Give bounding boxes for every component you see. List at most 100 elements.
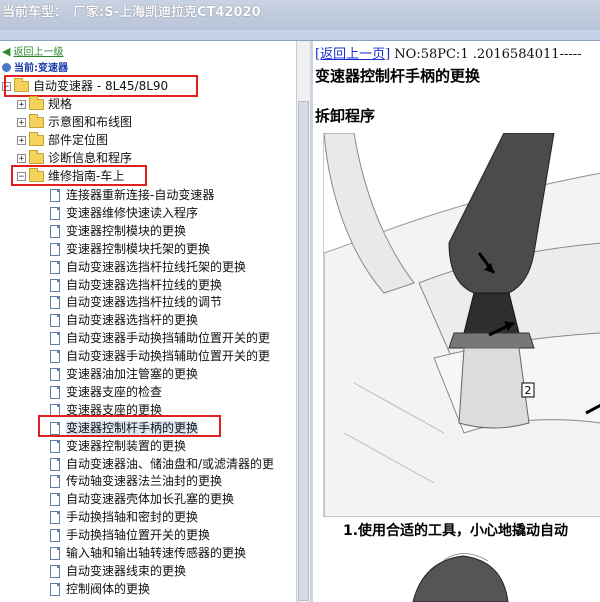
tree-doc-label: 变速器控制装置的更换 xyxy=(66,438,187,453)
folder-icon xyxy=(29,114,44,128)
tree-doc-item[interactable]: 自动变速器手动换挡辅助位置开关的更 xyxy=(50,329,270,347)
document-icon xyxy=(50,547,60,560)
document-icon xyxy=(50,385,60,399)
current-label: 当前:变速器 xyxy=(14,63,68,74)
tree-doc-item[interactable]: 自动变速器选挡杆的更换 xyxy=(50,311,198,329)
tree-doc-item[interactable]: 自动变速器壳体加长孔塞的更换 xyxy=(50,490,234,508)
tree-folder[interactable]: + 规格 xyxy=(17,95,72,113)
toolbar-band xyxy=(0,30,600,41)
tree-doc-label: 自动变速器选挡杆的更换 xyxy=(66,313,199,328)
tree-doc-item[interactable]: 输入轴和输出轴转速传感器的更换 xyxy=(50,544,246,562)
tree-doc-label: 自动变速器线束的更换 xyxy=(66,563,187,578)
model-brand: 厂家:S-上海凯迪拉克CT42020 xyxy=(73,5,261,20)
tree-doc-label: 连接器重新连接-自动变速器 xyxy=(66,188,215,202)
tree-doc-item[interactable]: 自动变速器选挡杆拉线托架的更换 xyxy=(50,258,246,276)
tree-scrollbar[interactable] xyxy=(296,41,311,602)
tree-doc-label: 自动变速器手动换挡辅助位置开关的更 xyxy=(66,331,271,346)
expand-icon[interactable]: + xyxy=(17,136,26,146)
tree-doc-item[interactable]: 自动变速器油、储油盘和/或滤清器的更 xyxy=(50,455,274,473)
expand-icon[interactable]: + xyxy=(17,154,26,164)
shifter-illustration: 2 xyxy=(324,133,600,517)
tree-doc-label: 变速器控制模块托架的更换 xyxy=(66,241,211,256)
tree-doc-item[interactable]: 自动变速器选挡杆拉线的更换 xyxy=(50,276,222,294)
document-icon xyxy=(50,189,60,202)
folder-icon xyxy=(29,150,44,164)
back-page-link[interactable]: [返回上一页] xyxy=(315,47,390,62)
document-icon xyxy=(50,475,60,489)
tree-doc-item[interactable]: 控制阀体的更换 xyxy=(50,580,150,598)
current-location: 当前:变速器 xyxy=(2,58,68,76)
expand-icon[interactable]: + xyxy=(17,118,26,128)
tree-doc-item[interactable]: 手动换挡轴和密封的更换 xyxy=(50,508,198,526)
tree-doc-label: 自动变速器选挡杆拉线托架的更换 xyxy=(66,259,247,274)
document-icon xyxy=(50,260,60,274)
tree-doc-item[interactable]: 变速器维修快速读入程序 xyxy=(50,204,198,222)
navigation-tree: ◀ 返回上一级 当前:变速器 − 自动变速器 - 8L45/8L90 + 规格 + 示意图… xyxy=(0,41,296,602)
document-icon xyxy=(50,439,60,453)
document-icon xyxy=(50,564,60,578)
title-bar: 当前车型： 厂家:S-上海凯迪拉克CT42020 xyxy=(0,0,600,30)
tree-doc-item[interactable]: 自动变速器选挡杆拉线的调节 xyxy=(50,293,222,311)
tree-doc-item[interactable]: 自动变速器线束的更换 xyxy=(50,562,186,580)
back-up-level-link[interactable]: 返回上一级 xyxy=(13,47,63,58)
shifter-illustration-2 xyxy=(412,553,509,602)
tree-doc-item[interactable]: 变速器控制模块托架的更换 xyxy=(50,240,210,258)
tree-doc-label: 控制阀体的更换 xyxy=(66,581,151,596)
tree-doc-item[interactable]: 自动变速器手动换挡辅助位置开关的更 xyxy=(50,347,270,365)
step-1-text: 1.使用合适的工具，小心地撬动自动 xyxy=(343,523,569,539)
section-heading: 拆卸程序 xyxy=(315,107,376,125)
scrollbar-thumb[interactable] xyxy=(298,101,309,601)
tree-doc-label: 自动变速器手动换挡辅助位置开关的更 xyxy=(66,349,271,364)
document-icon xyxy=(50,206,60,220)
document-icon xyxy=(50,332,60,346)
expand-icon[interactable]: + xyxy=(17,100,26,110)
removal-figure: 2 xyxy=(323,133,600,517)
tree-doc-item[interactable]: 变速器油加注管塞的更换 xyxy=(50,365,198,383)
document-icon xyxy=(50,314,60,328)
document-icon xyxy=(50,224,60,238)
second-figure xyxy=(323,541,600,602)
tree-folder-label: 诊断信息和程序 xyxy=(48,151,133,165)
tree-doc-item[interactable]: 变速器控制模块的更换 xyxy=(50,222,186,240)
tree-doc-item[interactable]: 变速器支座的检查 xyxy=(50,383,162,401)
tree-doc-item[interactable]: 手动换挡轴位置开关的更换 xyxy=(50,526,210,544)
info-icon xyxy=(2,63,11,72)
tree-doc-label: 自动变速器选挡杆拉线的调节 xyxy=(66,295,223,310)
tree-folder-label: 部件定位图 xyxy=(48,133,109,147)
doc-header: [返回上一页] NO:58PC:1 .2016584011----- xyxy=(315,43,582,62)
doc-number: NO:58PC:1 .2016584011----- xyxy=(390,47,582,62)
tree-folder-label: 示意图和布线图 xyxy=(48,115,133,129)
document-icon xyxy=(50,529,60,543)
page-title: 变速器控制杆手柄的更换 xyxy=(315,67,481,85)
folder-icon xyxy=(29,96,44,110)
document-icon xyxy=(50,582,60,596)
tree-doc-label: 传动轴变速器法兰油封的更换 xyxy=(66,474,223,489)
tree-folder-label: 规格 xyxy=(48,97,73,111)
tree-doc-label: 变速器控制模块的更换 xyxy=(66,223,187,238)
document-icon xyxy=(50,242,60,256)
content-pane: [返回上一页] NO:58PC:1 .2016584011----- 变速器控制… xyxy=(313,41,600,602)
document-icon xyxy=(50,457,60,471)
highlight-root xyxy=(4,75,198,97)
tree-folder[interactable]: + 示意图和布线图 xyxy=(17,113,132,131)
tree-doc-item[interactable]: 变速器控制装置的更换 xyxy=(50,437,186,455)
document-icon xyxy=(50,511,60,525)
folder-icon xyxy=(29,132,44,146)
document-icon xyxy=(50,350,60,364)
document-icon xyxy=(50,368,60,381)
document-icon xyxy=(50,278,60,292)
tree-doc-item[interactable]: 连接器重新连接-自动变速器 xyxy=(50,186,214,204)
tree-doc-label: 变速器维修快速读入程序 xyxy=(66,205,199,220)
callout-number: 2 xyxy=(525,384,532,397)
tree-folder[interactable]: + 部件定位图 xyxy=(17,131,108,149)
highlight-selected-doc xyxy=(38,415,221,437)
tree-doc-label: 输入轴和输出轴转速传感器的更换 xyxy=(66,546,247,560)
highlight-open-folder xyxy=(11,165,147,186)
tree-doc-label: 手动换挡轴和密封的更换 xyxy=(66,510,199,525)
tree-doc-label: 自动变速器选挡杆拉线的更换 xyxy=(66,277,223,292)
document-icon xyxy=(50,296,60,310)
tree-doc-item[interactable]: 传动轴变速器法兰油封的更换 xyxy=(50,472,222,490)
document-icon xyxy=(50,493,60,507)
tree-doc-label: 变速器油加注管塞的更换 xyxy=(66,367,199,381)
tree-doc-label: 自动变速器油、储油盘和/或滤清器的更 xyxy=(66,456,275,471)
